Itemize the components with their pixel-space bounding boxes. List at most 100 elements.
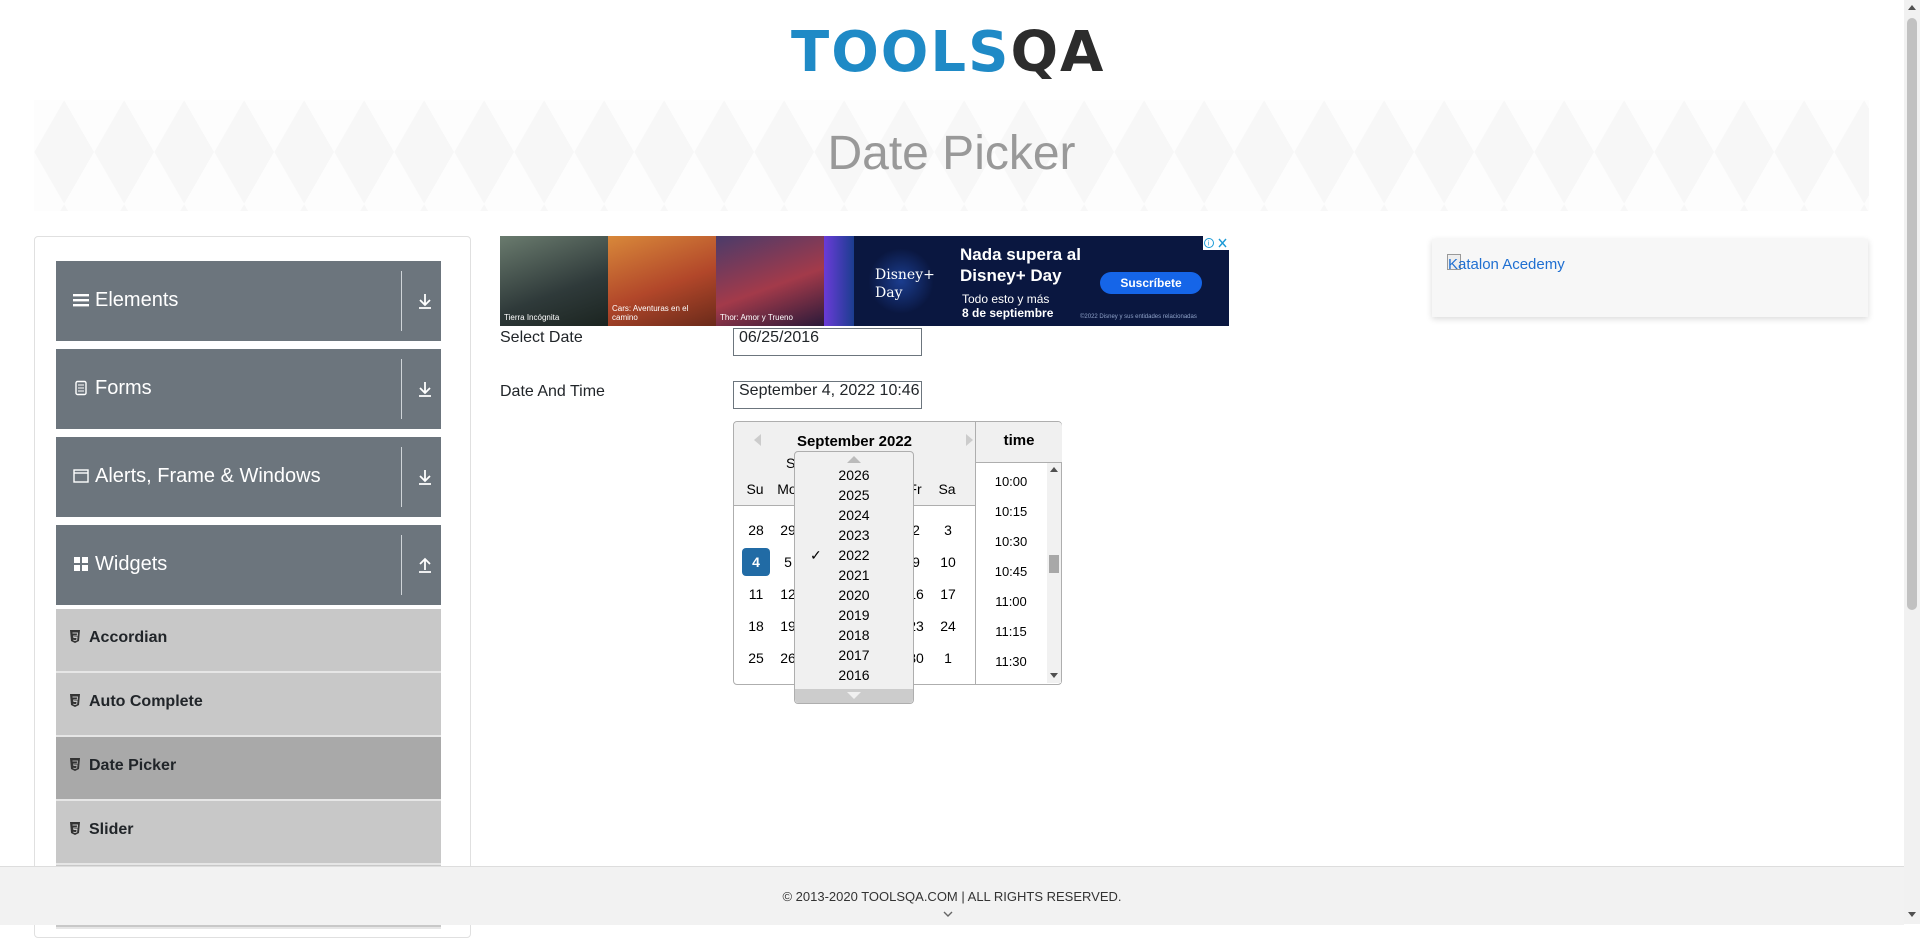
grid-icon xyxy=(74,557,88,571)
year-option[interactable]: 2016 xyxy=(795,667,913,683)
disney-plus-ad[interactable]: Tierra Incógnita Cars: Aventuras en el c… xyxy=(500,236,1229,326)
sidebar-item-slider[interactable]: Slider xyxy=(56,801,441,865)
divider xyxy=(401,271,402,331)
calendar-day[interactable]: 10 xyxy=(934,548,962,576)
date-time-input[interactable]: September 4, 2022 10:46 AM xyxy=(733,381,922,409)
sidebar-item-label: Auto Complete xyxy=(89,693,203,710)
logo-text-tools: TOOLS xyxy=(791,20,1011,85)
year-scroll-up-icon[interactable] xyxy=(847,456,861,463)
calendar-day[interactable]: 24 xyxy=(934,612,962,640)
time-option[interactable]: 10:15 xyxy=(976,504,1046,519)
left-sidebar: Elements Forms Alerts, Frame & Windows W… xyxy=(34,236,471,938)
time-option[interactable]: 11:30 xyxy=(976,654,1046,669)
year-option[interactable]: 2018 xyxy=(795,627,913,643)
year-option[interactable]: 2023 xyxy=(795,527,913,543)
year-option[interactable]: 2021 xyxy=(795,567,913,583)
weekday-header: Su xyxy=(746,481,764,497)
year-scroll-down-bar[interactable] xyxy=(795,689,913,703)
poster-caption: Thor: Amor y Trueno xyxy=(720,313,793,322)
sidebar-item-date-picker[interactable]: Date Picker xyxy=(56,737,441,801)
next-month-button[interactable] xyxy=(966,434,973,446)
html5-icon xyxy=(70,694,80,707)
calendar-day[interactable]: 3 xyxy=(934,516,962,544)
year-option[interactable]: 2020 xyxy=(795,587,913,603)
time-option[interactable]: 10:30 xyxy=(976,534,1046,549)
divider xyxy=(401,359,402,419)
time-option[interactable]: 10:00 xyxy=(976,474,1046,489)
time-option[interactable]: 10:45 xyxy=(976,564,1046,579)
calendar-day[interactable]: 28 xyxy=(742,516,770,544)
scroll-down-arrow-icon[interactable] xyxy=(1050,673,1058,678)
ad-headline-line: Disney+ Day xyxy=(960,266,1062,285)
katalon-ad-alt-text[interactable]: Katalon Acedemy xyxy=(1448,256,1565,273)
scroll-up-arrow-icon[interactable] xyxy=(1908,5,1916,10)
year-dropdown: 2026 2025 2024 2023 ✓ 2022 2021 2020 201… xyxy=(794,451,914,704)
time-list-container: time 10:00 10:15 10:30 10:45 11:00 11:15… xyxy=(975,422,1062,684)
html5-icon xyxy=(70,758,80,771)
divider xyxy=(401,447,402,507)
year-option[interactable]: 2019 xyxy=(795,607,913,623)
current-month-title: September 2022 xyxy=(796,433,913,450)
adchoices-icon[interactable]: i xyxy=(1203,236,1229,250)
calendar-day[interactable]: 11 xyxy=(742,580,770,608)
poster-image: Thor: Amor y Trueno xyxy=(716,236,824,326)
time-header: time xyxy=(976,422,1062,463)
subscribe-button[interactable]: Suscríbete xyxy=(1100,272,1202,294)
logo-text: TOOLSQA xyxy=(791,20,1105,85)
scrollbar-thumb[interactable] xyxy=(1049,555,1059,573)
sidebar-group-forms[interactable]: Forms xyxy=(56,349,441,429)
ad-subtext: Todo esto y más 8 de septiembre xyxy=(962,292,1053,320)
copyright-text: © 2013-2020 TOOLSQA.COM | ALL RIGHTS RES… xyxy=(782,889,1122,904)
sidebar-group-label: Elements xyxy=(95,289,179,311)
sidebar-item-label: Slider xyxy=(89,821,134,838)
hamburger-icon xyxy=(73,294,89,307)
html5-icon xyxy=(70,822,80,835)
time-option[interactable]: 11:00 xyxy=(976,594,1046,609)
year-option[interactable]: 2025 xyxy=(795,487,913,503)
chevron-down-icon[interactable] xyxy=(943,909,953,919)
logo-text-qa: QA xyxy=(1010,20,1106,85)
year-option[interactable]: 2024 xyxy=(795,507,913,523)
window-icon xyxy=(73,469,89,483)
calendar-day[interactable]: 17 xyxy=(934,580,962,608)
html5-icon xyxy=(70,630,80,643)
ad-subtext-line: 8 de septiembre xyxy=(962,306,1054,320)
divider xyxy=(401,535,402,595)
time-scrollbar[interactable] xyxy=(1047,463,1061,683)
sidebar-item-accordian[interactable]: Accordian xyxy=(56,609,441,673)
ad-legal-text: ©2022 Disney y sus entidades relacionada… xyxy=(1080,314,1197,320)
year-option-selected[interactable]: 2022 xyxy=(795,547,913,563)
poster-image: Tierra Incógnita xyxy=(500,236,608,326)
document-icon xyxy=(75,380,87,396)
scroll-down-arrow-icon[interactable] xyxy=(1908,912,1916,917)
sidebar-group-elements[interactable]: Elements xyxy=(56,261,441,341)
year-scroll-down-icon[interactable] xyxy=(847,692,861,699)
sidebar-item-label: Accordian xyxy=(89,629,168,646)
page-scrollbar[interactable] xyxy=(1904,0,1920,924)
poster-caption: Tierra Incógnita xyxy=(504,313,560,322)
sidebar-item-auto-complete[interactable]: Auto Complete xyxy=(56,673,441,737)
year-option[interactable]: 2017 xyxy=(795,647,913,663)
toolsqa-logo[interactable]: TOOLSQA xyxy=(791,14,1115,90)
download-arrow-icon xyxy=(419,382,431,397)
date-time-label: Date And Time xyxy=(500,383,605,400)
close-icon[interactable]: i xyxy=(1203,236,1229,250)
calendar-day[interactable]: 18 xyxy=(742,612,770,640)
light-streak xyxy=(824,236,854,326)
scroll-up-arrow-icon[interactable] xyxy=(1050,467,1058,472)
sidebar-group-alerts[interactable]: Alerts, Frame & Windows xyxy=(56,437,441,517)
calendar-day[interactable]: 25 xyxy=(742,644,770,672)
sidebar-group-widgets[interactable]: Widgets xyxy=(56,525,441,605)
page-banner: Date Picker xyxy=(34,100,1869,211)
svg-text:i: i xyxy=(1208,241,1210,248)
select-date-input[interactable]: 06/25/2016 xyxy=(733,328,922,356)
calendar-day-selected[interactable]: 4 xyxy=(742,548,770,576)
scrollbar-thumb[interactable] xyxy=(1907,18,1917,610)
katalon-ad[interactable]: Katalon Acedemy xyxy=(1432,239,1868,317)
download-arrow-icon xyxy=(419,294,431,309)
year-option[interactable]: 2026 xyxy=(795,467,913,483)
time-option[interactable]: 11:15 xyxy=(976,624,1046,639)
disney-day-brand: Disney+ Day xyxy=(875,267,935,301)
ad-headline: Nada supera al Disney+ Day xyxy=(960,244,1081,286)
calendar-day[interactable]: 1 xyxy=(934,644,962,672)
